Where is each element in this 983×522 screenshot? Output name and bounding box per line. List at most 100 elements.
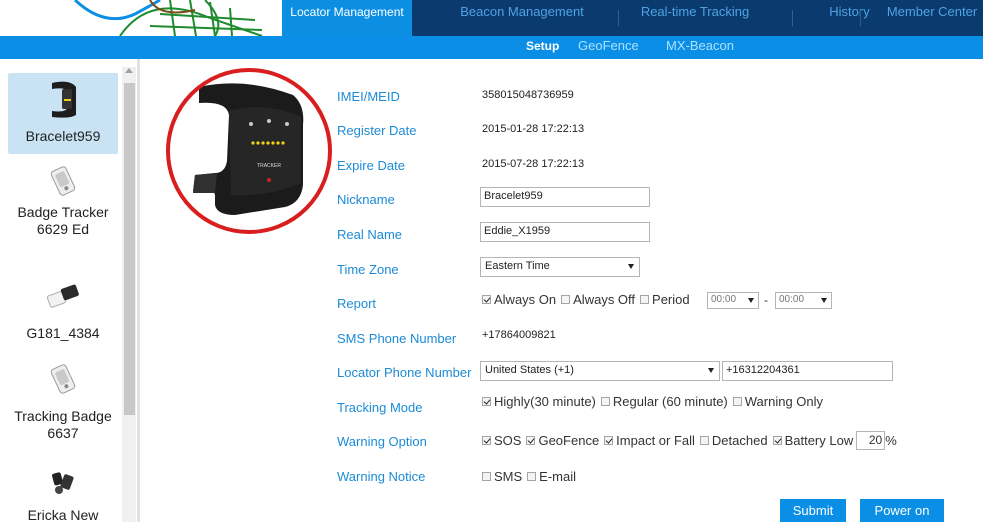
warning-notice-label: Warning Notice (337, 469, 426, 484)
device-name: Badge Tracker 6629 Ed (17, 204, 109, 237)
notice-email-label: E-mail (539, 469, 577, 484)
battery-threshold-input[interactable]: 20 (856, 431, 886, 450)
sub-nav: Setup GeoFence MX-Beacon (0, 36, 983, 59)
nav-tab-member-center[interactable]: Member Center (878, 0, 983, 36)
tracking-warning-only-label: Warning Only (744, 394, 824, 409)
locator-phone-input[interactable]: +16312204361 (722, 361, 893, 381)
warning-option-label: Warning Option (337, 434, 427, 449)
device-item-g181-4384[interactable]: G181_4384 (8, 282, 118, 347)
locator-phone-label: Locator Phone Number (337, 365, 472, 380)
chevron-down-icon (708, 368, 714, 373)
warn-geofence-label: GeoFence (538, 433, 600, 448)
subtab-setup[interactable]: Setup (526, 36, 559, 59)
expire-date-label: Expire Date (337, 158, 405, 173)
imei-label: IMEI/MEID (337, 89, 400, 104)
subtab-geofence[interactable]: GeoFence (578, 36, 639, 59)
device-item-bracelet959[interactable]: Bracelet959 (8, 73, 118, 154)
nav-tab-locator-management[interactable]: Locator Management (282, 0, 412, 36)
bracelet-device-image: TRACKER (193, 83, 304, 215)
country-code-selected: United States (+1) (485, 364, 574, 376)
tracking-mode-options: Highly(30 minute) Regular (60 minute) Wa… (482, 394, 828, 409)
period-start-value: 00:00 (711, 294, 737, 305)
warn-sos-label: SOS (494, 433, 522, 448)
device-name: Bracelet959 (25, 128, 101, 144)
register-date-value: 2015-01-28 17:22:13 (482, 123, 585, 135)
warn-detached-label: Detached (711, 433, 768, 448)
main-nav: Locator Management Beacon Management Rea… (282, 0, 983, 36)
chevron-down-icon (628, 264, 634, 269)
sidebar-scrollbar-thumb[interactable] (124, 83, 135, 415)
nickname-input[interactable]: Bracelet959 (480, 187, 650, 207)
notice-sms-checkbox[interactable] (482, 472, 491, 481)
report-options: Always On Always Off Period (482, 292, 695, 307)
tracking-highly-checkbox[interactable] (482, 397, 491, 406)
report-period-label: Period (652, 292, 690, 307)
chevron-down-icon (821, 298, 827, 303)
period-start-select[interactable]: 00:00 (707, 292, 759, 309)
device-item-tracking-badge-6637[interactable]: Tracking Badge 6637 (8, 363, 118, 453)
nav-separator (618, 10, 619, 26)
expire-date-value: 2015-07-28 17:22:13 (482, 158, 585, 170)
device-brand-text: TRACKER (257, 163, 281, 169)
report-period-checkbox[interactable] (640, 295, 650, 304)
device-name: Tracking Badge 6637 (14, 408, 112, 441)
notice-email-checkbox[interactable] (527, 472, 537, 481)
device-sidebar: Bracelet959 Badge Tracker 6629 Ed G181_4… (0, 59, 140, 522)
report-always-on-label: Always On (494, 292, 557, 307)
period-end-select[interactable]: 00:00 (775, 292, 832, 309)
nav-tab-real-time-tracking[interactable]: Real-time Tracking (625, 0, 765, 36)
warn-detached-checkbox[interactable] (699, 436, 709, 445)
submit-button[interactable]: Submit (780, 499, 846, 522)
device-name: Ericka New (27, 507, 99, 522)
warn-battery-checkbox[interactable] (772, 436, 782, 445)
time-zone-label: Time Zone (337, 262, 399, 277)
bracelet-icon (52, 81, 76, 118)
power-on-button[interactable]: Power on (860, 499, 944, 522)
device-item-badge-tracker-6629[interactable]: Badge Tracker 6629 Ed (8, 165, 118, 265)
subtab-mx-beacon[interactable]: MX-Beacon (666, 36, 734, 59)
badge-tracker-icon (50, 364, 76, 394)
time-zone-select[interactable]: Eastern Time (480, 257, 640, 277)
warn-impact-label: Impact or Fall (616, 433, 695, 448)
nickname-label: Nickname (337, 192, 395, 207)
chevron-down-icon (748, 298, 754, 303)
nav-separator (792, 10, 793, 26)
device-photo: TRACKER (166, 68, 332, 234)
sms-phone-label: SMS Phone Number (337, 331, 457, 346)
warning-notice-options: SMS E-mail (482, 469, 581, 484)
nav-tab-beacon-management[interactable]: Beacon Management (452, 0, 592, 36)
register-date-label: Register Date (337, 123, 417, 138)
warn-geofence-checkbox[interactable] (526, 436, 536, 445)
report-always-on-checkbox[interactable] (482, 295, 491, 304)
period-dash: - (764, 293, 768, 307)
scroll-up-arrow-icon[interactable] (125, 68, 133, 73)
warn-sos-checkbox[interactable] (482, 436, 491, 445)
g181-tracker-icon (46, 284, 79, 308)
tracking-warning-only-checkbox[interactable] (732, 397, 742, 406)
app-header: Locator Management Beacon Management Rea… (0, 0, 983, 59)
sms-phone-value: +17864009821 (482, 329, 556, 341)
tracking-mode-label: Tracking Mode (337, 400, 423, 415)
warn-battery-label: Battery Low (784, 433, 854, 448)
notice-sms-label: SMS (494, 469, 523, 484)
imei-value: 358015048736959 (482, 89, 574, 101)
battery-percent-unit: % (885, 433, 897, 448)
warn-impact-checkbox[interactable] (604, 436, 614, 445)
tracking-regular-label: Regular (60 minute) (612, 394, 728, 409)
country-code-select[interactable]: United States (+1) (480, 361, 720, 381)
tracker-set-icon (52, 472, 74, 494)
device-name: G181_4384 (26, 325, 100, 341)
badge-tracker-icon (50, 166, 76, 196)
device-item-ericka-new[interactable]: Ericka New (8, 467, 118, 522)
warning-options: SOS GeoFence Impact or Fall Detached Bat… (482, 431, 897, 450)
report-always-off-label: Always Off (573, 292, 636, 307)
tracking-highly-label: Highly(30 minute) (494, 394, 596, 409)
tracking-regular-checkbox[interactable] (600, 397, 610, 406)
nav-separator (860, 10, 861, 26)
device-settings-panel: TRACKER IMEI/MEID 358015048736959 Regist… (140, 59, 983, 522)
globe-logo-icon (0, 0, 290, 36)
real-name-input[interactable]: Eddie_X1959 (480, 222, 650, 242)
period-end-value: 00:00 (779, 294, 805, 305)
report-always-off-checkbox[interactable] (561, 295, 571, 304)
time-zone-selected: Eastern Time (485, 260, 550, 272)
